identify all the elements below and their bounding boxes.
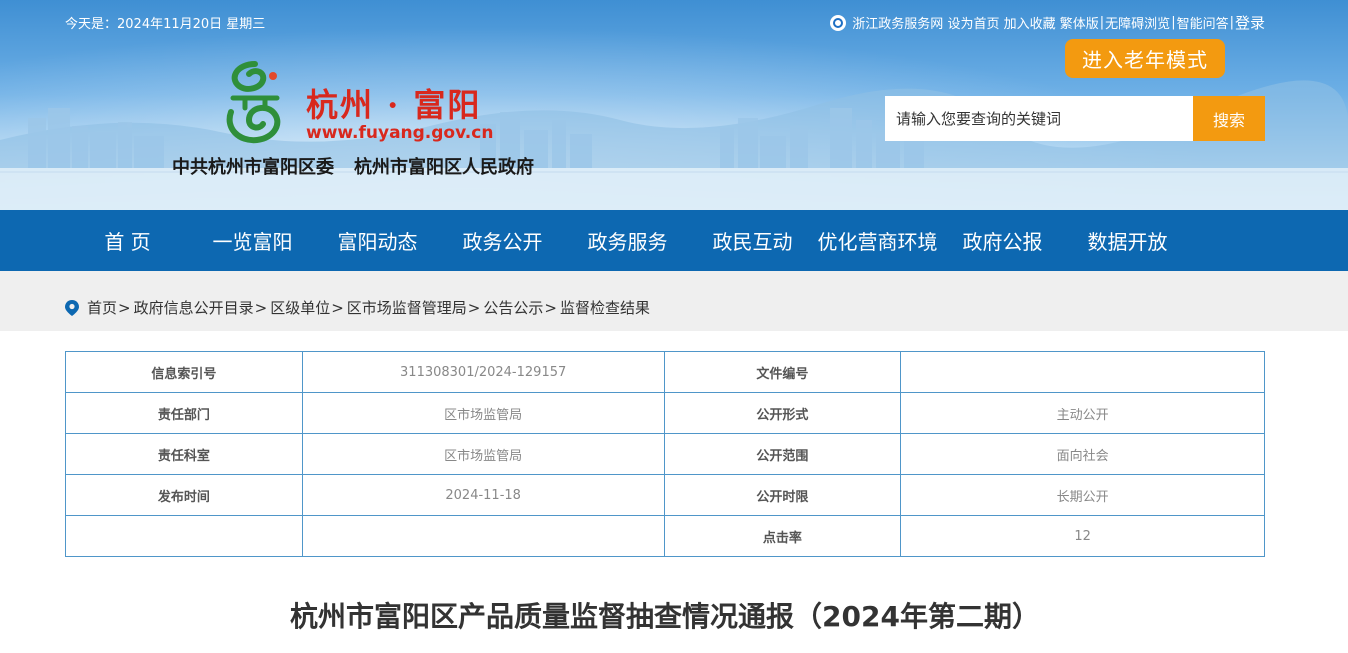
main-navigation: 首 页 一览富阳 富阳动态 政务公开 政务服务 政民互动 优化营商环境 政府公报… bbox=[0, 210, 1348, 271]
info-value: 面向社会 bbox=[900, 433, 1265, 475]
elder-mode-button[interactable]: 进入老年模式 bbox=[1065, 39, 1225, 78]
info-label: 公开时限 bbox=[663, 474, 902, 516]
breadcrumb-announcements[interactable]: 公告公示 bbox=[467, 297, 543, 318]
info-value bbox=[301, 515, 665, 557]
info-value: 12 bbox=[900, 515, 1265, 557]
fuyang-logo bbox=[226, 61, 281, 144]
breadcrumb-district-units[interactable]: 区级单位 bbox=[254, 297, 330, 318]
nav-gazette[interactable]: 政府公报 bbox=[940, 210, 1065, 271]
zhejiang-service-link[interactable]: 浙江政务服务网 bbox=[852, 13, 943, 32]
info-label: 责任科室 bbox=[65, 433, 303, 475]
nav-interaction[interactable]: 政民互动 bbox=[690, 210, 815, 271]
info-label: 公开形式 bbox=[663, 392, 902, 434]
article-title: 杭州市富阳区产品质量监督抽查情况通报（2024年第二期） bbox=[290, 600, 1040, 633]
info-label: 信息索引号 bbox=[65, 351, 303, 393]
info-label: 文件编号 bbox=[663, 351, 902, 393]
smart-qa-link[interactable]: 智能问答 bbox=[1177, 13, 1229, 32]
search-button[interactable]: 搜索 bbox=[1193, 96, 1265, 141]
document-info-table: 信息索引号 311308301/2024-129157 文件编号 责任部门 区市场监管局… bbox=[65, 351, 1265, 557]
set-homepage-link[interactable]: 设为首页 bbox=[947, 13, 999, 32]
info-value: 区市场监管局 bbox=[301, 392, 665, 434]
current-date: 今天是：2024年11月20日 星期三 bbox=[65, 17, 266, 32]
org-government: 杭州市富阳区人民政府 bbox=[354, 157, 534, 178]
nav-gov-services[interactable]: 政务服务 bbox=[565, 210, 690, 271]
add-favorite-link[interactable]: 加入收藏 bbox=[1004, 13, 1056, 32]
search-input[interactable] bbox=[885, 96, 1193, 141]
top-bar: 今天是：2024年11月20日 星期三 浙江政务服务网 设为首页 加入收藏 繁体… bbox=[0, 0, 1348, 40]
info-label: 责任部门 bbox=[65, 392, 303, 434]
table-row: 点击率 12 bbox=[65, 515, 1265, 557]
breadcrumb: 首页 政府信息公开目录 区级单位 区市场监督管理局 公告公示 监督检查结果 bbox=[65, 297, 650, 318]
login-link[interactable]: 登录 bbox=[1235, 12, 1265, 33]
nav-overview[interactable]: 一览富阳 bbox=[190, 210, 315, 271]
info-label: 公开范围 bbox=[663, 433, 902, 475]
info-value: 长期公开 bbox=[900, 474, 1265, 516]
table-row: 责任部门 区市场监管局 公开形式 主动公开 bbox=[65, 392, 1265, 434]
breadcrumb-disclosure-catalog[interactable]: 政府信息公开目录 bbox=[117, 297, 254, 318]
info-label: 点击率 bbox=[663, 515, 902, 557]
breadcrumb-inspection-results[interactable]: 监督检查结果 bbox=[543, 297, 650, 318]
breadcrumb-bar: 首页 政府信息公开目录 区级单位 区市场监督管理局 公告公示 监督检查结果 bbox=[0, 271, 1348, 331]
traditional-chinese-link[interactable]: 繁体版 bbox=[1060, 13, 1099, 32]
accessibility-link[interactable]: 无障碍浏览 bbox=[1105, 13, 1170, 32]
zhejiang-gov-icon bbox=[830, 14, 847, 31]
site-header: 今天是：2024年11月20日 星期三 浙江政务服务网 设为首页 加入收藏 繁体… bbox=[0, 0, 1348, 210]
top-links: 浙江政务服务网 设为首页 加入收藏 繁体版 | 无障碍浏览 | 智能问答 | 登… bbox=[830, 12, 1265, 33]
location-pin-icon bbox=[65, 299, 79, 316]
nav-news[interactable]: 富阳动态 bbox=[315, 210, 440, 271]
nav-gov-disclosure[interactable]: 政务公开 bbox=[440, 210, 565, 271]
info-value: 311308301/2024-129157 bbox=[301, 351, 665, 393]
info-value: 区市场监管局 bbox=[301, 433, 665, 475]
table-row: 责任科室 区市场监管局 公开范围 面向社会 bbox=[65, 433, 1265, 475]
organization-names: 中共杭州市富阳区委 杭州市富阳区人民政府 bbox=[172, 153, 534, 179]
info-label: 发布时间 bbox=[65, 474, 303, 516]
info-value: 主动公开 bbox=[900, 392, 1265, 434]
info-value: 2024-11-18 bbox=[301, 474, 665, 516]
info-label bbox=[65, 515, 303, 557]
table-row: 发布时间 2024-11-18 公开时限 长期公开 bbox=[65, 474, 1265, 516]
site-url: www.fuyang.gov.cn bbox=[306, 123, 494, 143]
nav-business-environment[interactable]: 优化营商环境 bbox=[815, 210, 940, 271]
breadcrumb-home[interactable]: 首页 bbox=[87, 297, 117, 318]
nav-open-data[interactable]: 数据开放 bbox=[1065, 210, 1190, 271]
nav-home[interactable]: 首 页 bbox=[65, 210, 190, 271]
info-value bbox=[900, 351, 1265, 393]
table-row: 信息索引号 311308301/2024-129157 文件编号 bbox=[65, 351, 1265, 393]
site-title: 杭州 · 富阳 bbox=[306, 86, 482, 124]
org-party-committee: 中共杭州市富阳区委 bbox=[172, 157, 334, 178]
breadcrumb-market-bureau[interactable]: 区市场监督管理局 bbox=[330, 297, 467, 318]
